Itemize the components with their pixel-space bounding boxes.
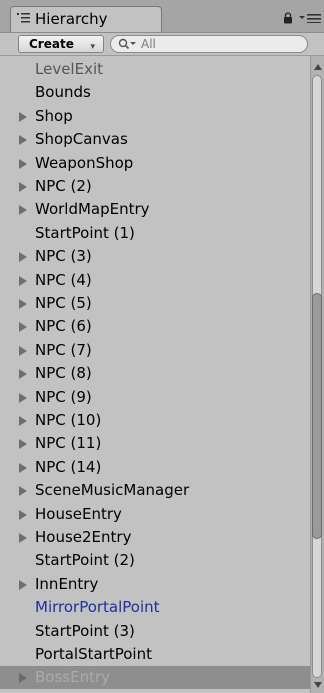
foldout-arrow-icon[interactable] (19, 275, 27, 286)
hierarchy-item-label: Bounds (35, 83, 91, 102)
hierarchy-item-label: WorldMapEntry (35, 200, 150, 219)
foldout-arrow-icon[interactable] (19, 579, 27, 590)
hierarchy-item-label: SceneMusicManager (35, 481, 190, 500)
hierarchy-item[interactable]: WorldMapEntry (0, 198, 310, 221)
hierarchy-item[interactable]: Bounds (0, 81, 310, 104)
hierarchy-item[interactable]: NPC (9) (0, 386, 310, 409)
hierarchy-item[interactable]: NPC (6) (0, 315, 310, 338)
foldout-arrow-icon[interactable] (19, 299, 27, 309)
hierarchy-item-label: NPC (4) (35, 270, 92, 289)
foldout-arrow-icon[interactable] (19, 135, 27, 146)
hierarchy-list-icon (17, 13, 30, 23)
hierarchy-tab[interactable]: Hierarchy (10, 6, 162, 32)
create-button-label: Create (29, 37, 74, 51)
hierarchy-tree: LevelExit Bounds Shop ShopCanvas WeaponShop N… (0, 56, 310, 693)
hierarchy-item-label: NPC (9) (35, 387, 92, 406)
foldout-arrow-icon[interactable] (19, 392, 27, 403)
foldout-arrow-icon[interactable] (19, 322, 27, 333)
hierarchy-item-label: BossEntry (35, 668, 111, 687)
hierarchy-item-label: NPC (5) (35, 294, 92, 312)
hierarchy-item[interactable]: NPC (14) (0, 456, 310, 479)
hierarchy-item[interactable]: SceneMusicManager (0, 479, 310, 502)
search-input[interactable] (141, 36, 291, 52)
hierarchy-item[interactable]: NPC (4) (0, 269, 310, 292)
foldout-arrow-icon[interactable] (19, 439, 27, 450)
hierarchy-item[interactable]: NPC (11) (0, 432, 310, 455)
hierarchy-item[interactable]: PortalStartPoint (0, 643, 310, 666)
foldout-arrow-icon[interactable] (19, 416, 27, 426)
hierarchy-item-label: StartPoint (3) (35, 621, 135, 640)
hierarchy-item[interactable]: LevelExit (0, 58, 310, 81)
search-icon[interactable] (118, 38, 140, 51)
foldout-arrow-icon[interactable] (19, 462, 27, 473)
hierarchy-item[interactable]: NPC (5) (0, 292, 310, 315)
hierarchy-item-label: NPC (2) (35, 177, 92, 195)
foldout-arrow-icon[interactable] (19, 182, 27, 192)
foldout-arrow-icon[interactable] (19, 205, 27, 216)
hierarchy-item[interactable]: WeaponShop (0, 152, 310, 175)
scroll-down-arrow-icon[interactable] (314, 682, 322, 688)
foldout-arrow-icon[interactable] (19, 533, 27, 543)
hierarchy-item[interactable]: NPC (7) (0, 339, 310, 362)
foldout-arrow-icon[interactable] (19, 111, 27, 122)
hierarchy-item-label: Shop (35, 106, 73, 125)
hierarchy-item-label: WeaponShop (35, 153, 134, 172)
lock-icon[interactable] (283, 12, 293, 24)
foldout-arrow-icon[interactable] (19, 486, 27, 497)
hierarchy-item-label: NPC (6) (35, 317, 92, 336)
foldout-arrow-icon[interactable] (19, 369, 27, 380)
hierarchy-item-label: StartPoint (1) (35, 223, 135, 242)
search-field[interactable] (110, 35, 308, 53)
hierarchy-item[interactable]: ShopCanvas (0, 128, 310, 151)
foldout-arrow-icon[interactable] (19, 345, 27, 356)
create-dropdown-button[interactable]: Create ▾ (18, 35, 104, 53)
foldout-arrow-icon[interactable] (19, 252, 27, 263)
chevron-down-icon: ▾ (90, 42, 95, 52)
vertical-scrollbar[interactable] (310, 56, 324, 693)
hierarchy-item[interactable]: StartPoint (1) (0, 222, 310, 245)
hierarchy-item[interactable]: NPC (3) (0, 245, 310, 268)
hierarchy-item[interactable]: NPC (10) (0, 409, 310, 432)
panel-tab-bar: Hierarchy (0, 0, 324, 33)
foldout-arrow-icon[interactable] (19, 158, 27, 169)
panel-menu-icon[interactable] (299, 13, 321, 23)
hierarchy-item-label: NPC (14) (35, 457, 102, 476)
foldout-arrow-icon[interactable] (19, 673, 27, 684)
hierarchy-item-label: MirrorPortalPoint (35, 598, 160, 617)
hierarchy-toolbar: Create ▾ (0, 33, 324, 56)
hierarchy-item-label: HouseEntry (35, 504, 122, 523)
hierarchy-item[interactable]: BossEntry (0, 666, 310, 690)
hierarchy-item[interactable]: NPC (8) (0, 362, 310, 385)
hierarchy-item-label: NPC (10) (35, 411, 102, 429)
hierarchy-item[interactable]: InnEntry (0, 573, 310, 596)
hierarchy-item-label: LevelExit (35, 60, 103, 78)
hierarchy-item-label: NPC (11) (35, 434, 102, 453)
hierarchy-item-label: ShopCanvas (35, 130, 128, 149)
hierarchy-item-label: NPC (3) (35, 247, 92, 266)
hierarchy-item[interactable]: Shop (0, 105, 310, 128)
hierarchy-tab-label: Hierarchy (35, 10, 108, 28)
hierarchy-item-label: StartPoint (2) (35, 551, 135, 570)
scroll-thumb[interactable] (312, 293, 322, 539)
hierarchy-item[interactable]: NPC (2) (0, 175, 310, 198)
hierarchy-item[interactable]: StartPoint (2) (0, 549, 310, 572)
hierarchy-item-label: House2Entry (35, 528, 132, 546)
hierarchy-item-label: NPC (8) (35, 364, 92, 383)
hierarchy-item-label: NPC (7) (35, 340, 92, 359)
hierarchy-item[interactable]: House2Entry (0, 526, 310, 549)
hierarchy-item-label: InnEntry (35, 574, 99, 593)
foldout-arrow-icon[interactable] (19, 509, 27, 520)
hierarchy-item-label: PortalStartPoint (35, 645, 152, 663)
hierarchy-item[interactable]: StartPoint (3) (0, 620, 310, 643)
hierarchy-item[interactable]: HouseEntry (0, 503, 310, 526)
scroll-up-arrow-icon[interactable] (314, 64, 322, 70)
hierarchy-item[interactable]: MirrorPortalPoint (0, 596, 310, 619)
